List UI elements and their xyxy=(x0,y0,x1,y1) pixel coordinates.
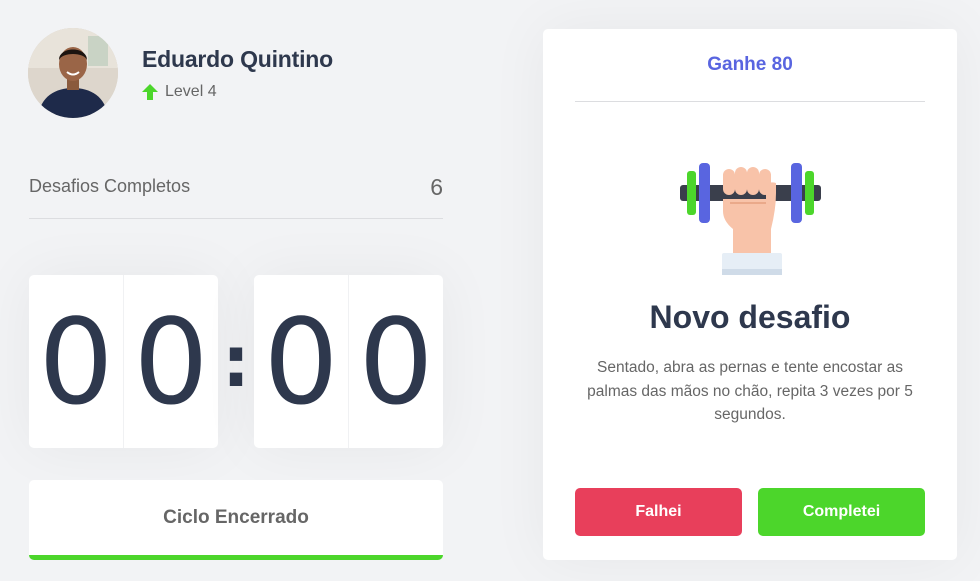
challenge-actions: Falhei Completei xyxy=(575,488,925,536)
avatar xyxy=(28,28,118,118)
dumbbell-arm-icon xyxy=(678,159,823,277)
minutes-box: 0 0 xyxy=(29,275,218,448)
cycle-finished-button[interactable]: Ciclo Encerrado xyxy=(29,480,443,560)
countdown-separator: : xyxy=(222,320,250,403)
failed-button[interactable]: Falhei xyxy=(575,488,742,536)
level-label: Level 4 xyxy=(165,82,217,100)
profile-name: Eduardo Quintino xyxy=(142,45,333,72)
profile: Eduardo Quintino Level 4 xyxy=(28,28,333,118)
avatar-image xyxy=(28,28,118,118)
second-digit-right: 0 xyxy=(358,292,434,431)
second-digit-left: 0 xyxy=(254,275,349,448)
challenge-reward: Ganhe 80 xyxy=(575,29,925,102)
profile-info: Eduardo Quintino Level 4 xyxy=(142,46,333,101)
challenge-card: Ganhe 80 Novo desafio Sentado, abra as p… xyxy=(543,29,957,560)
challenge-description: Sentado, abra as pernas e tente encostar… xyxy=(587,359,913,423)
completed-challenges: Desafios Completos 6 xyxy=(29,172,443,219)
arrow-up-icon xyxy=(142,83,158,100)
challenge-title: Novo desafio xyxy=(649,299,851,335)
succeeded-button[interactable]: Completei xyxy=(758,488,925,536)
completed-challenges-label: Desafios Completos xyxy=(29,176,191,196)
seconds-box: 0 0 xyxy=(254,275,443,448)
countdown: 0 0 : 0 0 xyxy=(29,275,443,448)
minute-digit-right: 0 xyxy=(133,292,209,431)
minute-digit-left: 0 xyxy=(29,275,124,448)
completed-challenges-count: 6 xyxy=(430,174,443,200)
profile-level: Level 4 xyxy=(142,83,333,101)
